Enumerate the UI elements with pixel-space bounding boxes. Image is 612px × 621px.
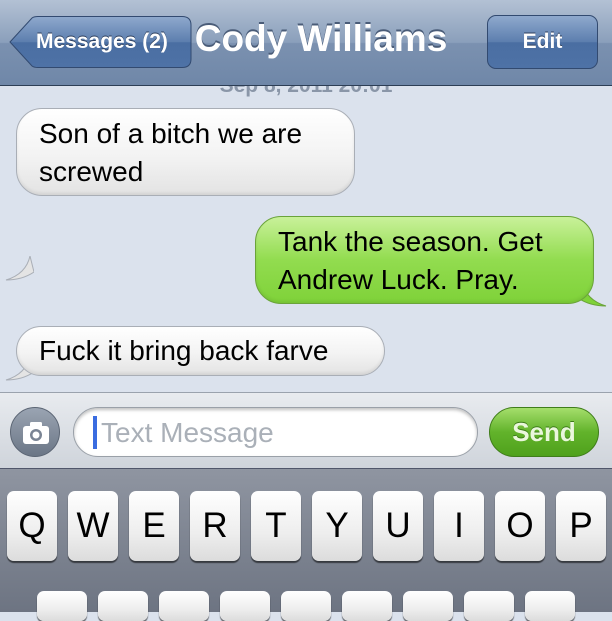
incoming-bubble-tail	[5, 256, 34, 281]
send-button[interactable]: Send	[489, 407, 599, 457]
message-input-placeholder: Text Message	[101, 417, 274, 448]
edit-button[interactable]: Edit	[487, 15, 598, 69]
key-q[interactable]: Q	[7, 491, 57, 561]
key[interactable]	[37, 591, 87, 621]
key[interactable]	[159, 591, 209, 621]
key[interactable]	[525, 591, 575, 621]
outgoing-message-bubble[interactable]: Tank the season. Get Andrew Luck. Pray.	[255, 216, 594, 304]
key[interactable]	[220, 591, 270, 621]
key[interactable]	[98, 591, 148, 621]
key-w[interactable]: W	[68, 491, 118, 561]
key-y[interactable]: Y	[312, 491, 362, 561]
camera-icon	[23, 422, 49, 444]
key-p[interactable]: P	[556, 491, 606, 561]
compose-bar: Text Message Send	[0, 392, 612, 468]
incoming-message-bubble[interactable]: Son of a bitch we are screwed	[16, 108, 355, 196]
message-timestamp: Sep 8, 2011 20:01	[0, 86, 612, 98]
text-cursor	[93, 416, 97, 449]
message-line: Fuck it bring back farve	[39, 335, 329, 366]
message-line: Andrew Luck. Pray.	[278, 264, 519, 295]
navigation-bar: Messages (2) Cody Williams Edit	[0, 0, 612, 86]
message-line: Tank the season. Get	[278, 226, 543, 257]
key-r[interactable]: R	[190, 491, 240, 561]
message-line: screwed	[39, 156, 144, 187]
camera-button[interactable]	[10, 407, 60, 457]
message-line: Son of a bitch we are	[39, 118, 303, 149]
key[interactable]	[403, 591, 453, 621]
keyboard: Q W E R T Y U I O P	[0, 468, 612, 621]
message-input[interactable]: Text Message	[73, 407, 478, 457]
message-list[interactable]: Sep 8, 2011 20:01 Son of a bitch we are …	[0, 86, 612, 392]
key-e[interactable]: E	[129, 491, 179, 561]
key-i[interactable]: I	[434, 491, 484, 561]
key[interactable]	[464, 591, 514, 621]
incoming-message-bubble[interactable]: Fuck it bring back farve	[16, 326, 385, 376]
key-o[interactable]: O	[495, 491, 545, 561]
key[interactable]	[281, 591, 331, 621]
key[interactable]	[342, 591, 392, 621]
key-t[interactable]: T	[251, 491, 301, 561]
key-u[interactable]: U	[373, 491, 423, 561]
